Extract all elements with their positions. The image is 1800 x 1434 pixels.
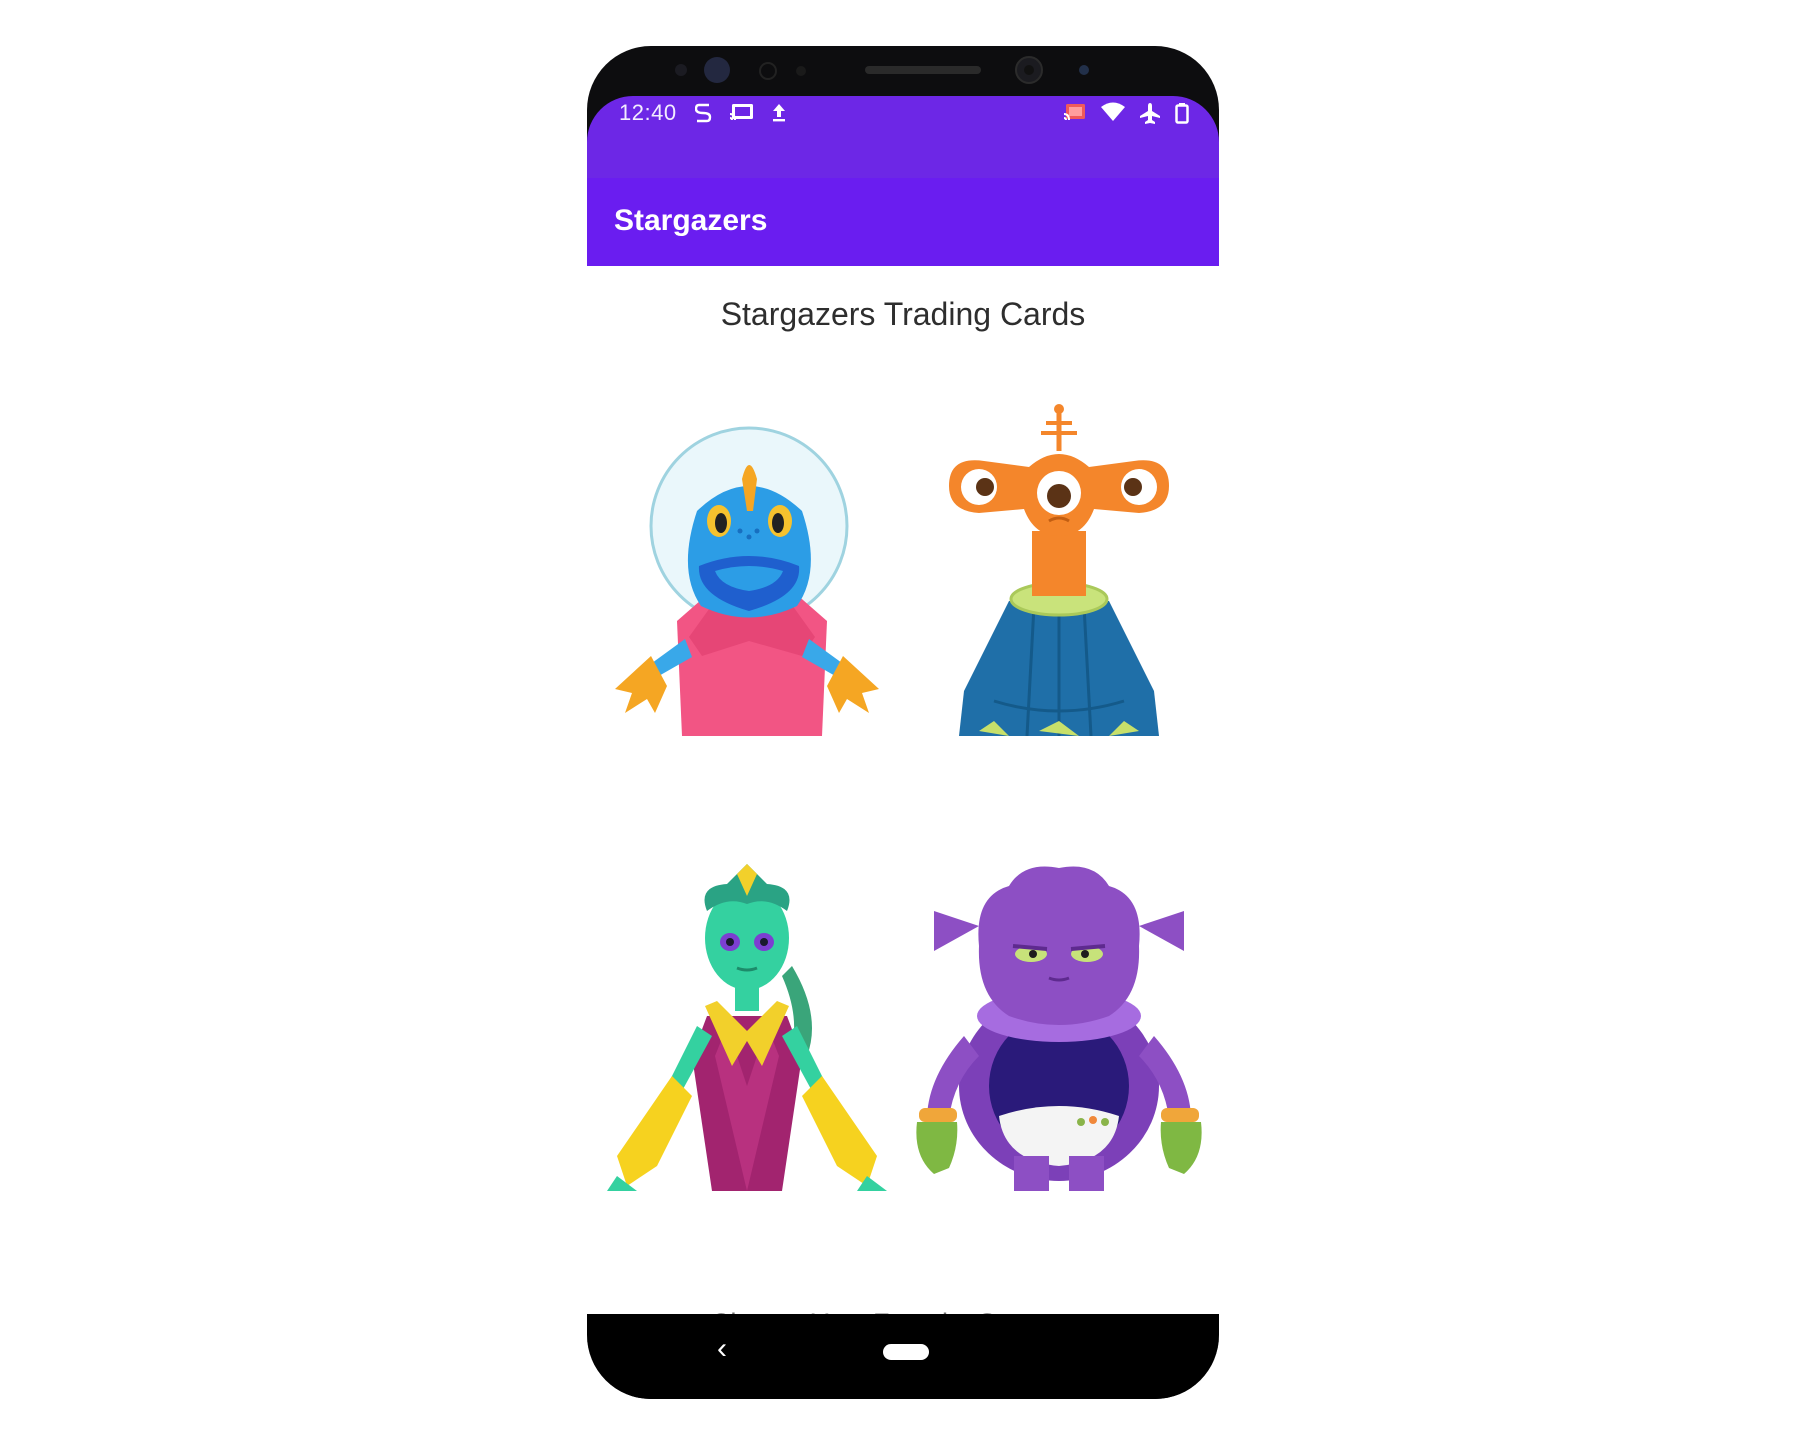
card-purple-furry-alien[interactable] [909,856,1209,1191]
upload-icon [773,104,785,122]
purple-furry-alien-illustration [916,866,1202,1191]
status-right-icons [1063,102,1189,124]
app-bar: Stargazers [587,178,1219,266]
card-blue-fish-astronaut[interactable] [597,401,897,736]
green-alien-queen-illustration [607,864,887,1191]
app-title: Stargazers [614,204,768,237]
blue-fish-astronaut-illustration [615,426,879,736]
cast-connected-icon [1063,104,1085,121]
status-bar: 12:40 [587,96,1219,178]
home-pill-icon[interactable] [883,1344,929,1360]
back-icon[interactable]: ‹ [717,1334,727,1364]
airplane-icon [1140,103,1160,124]
page-heading: Stargazers Trading Cards [720,296,1086,332]
sim-icon [695,103,712,123]
phone-frame: 12:40 Stargazers Stargazers Trading Card… [587,46,1219,1399]
wifi-icon [1101,102,1125,121]
card-orange-three-eyed-alien[interactable] [909,401,1209,736]
status-left-icons [695,102,787,124]
navigation-bar: ‹ [587,1314,1219,1399]
status-time: 12:40 [619,100,677,125]
cast-icon [729,104,753,121]
main-content: Stargazers Trading Cards [587,266,1219,1361]
orange-three-eyed-alien-illustration [949,404,1169,736]
battery-icon [1175,103,1189,124]
card-green-alien-queen[interactable] [597,856,897,1191]
